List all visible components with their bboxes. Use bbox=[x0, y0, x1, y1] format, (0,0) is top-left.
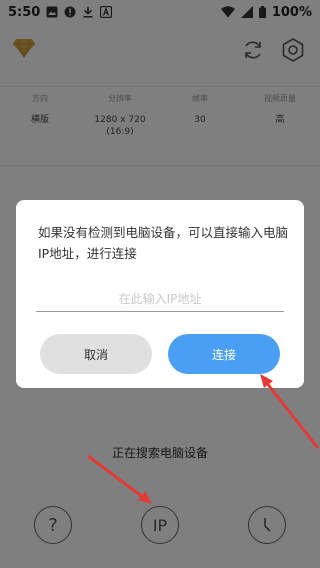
ip-input-dialog: 如果没有检测到电脑设备，可以直接输入电脑IP地址，进行连接 取消 连接 bbox=[16, 200, 304, 388]
connect-button[interactable]: 连接 bbox=[168, 334, 280, 374]
dialog-message: 如果没有检测到电脑设备，可以直接输入电脑IP地址，进行连接 bbox=[38, 225, 289, 261]
cancel-button[interactable]: 取消 bbox=[40, 334, 152, 374]
ip-address-input[interactable] bbox=[36, 286, 284, 312]
